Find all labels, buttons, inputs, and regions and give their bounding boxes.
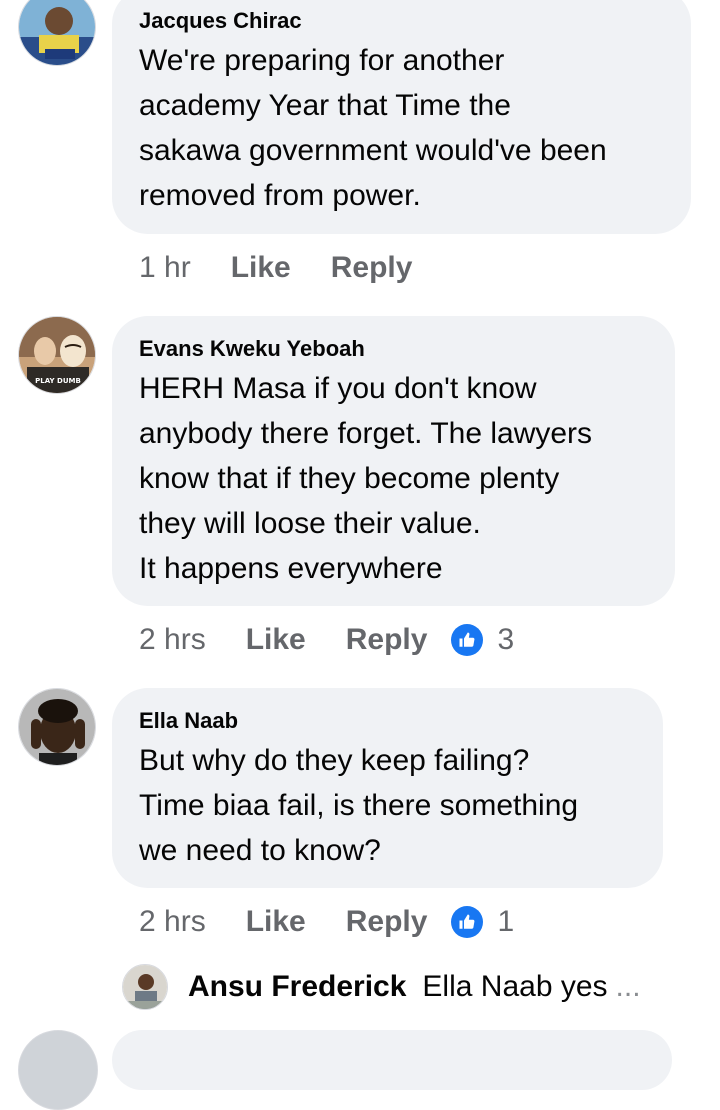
comment-line: HERH Masa if you don't know — [139, 372, 537, 405]
comment-line: academy Year that Time the — [139, 89, 511, 122]
comment-line: know that if they become plenty — [139, 462, 560, 495]
comment-bubble-next[interactable] — [112, 1030, 672, 1090]
avatar-ansu-frederick[interactable] — [122, 964, 168, 1010]
comment-line: we need to know? — [139, 834, 381, 867]
reply-text: Ella Naab yes — [422, 970, 608, 1003]
comment-text: But why do they keep failing? Time biaa … — [139, 738, 637, 873]
thumbs-up-icon — [451, 624, 484, 656]
comment-line: But why do they keep failing? — [139, 744, 530, 777]
avatar-image — [123, 965, 167, 1009]
comment-actions: 1 hr Like Reply — [139, 248, 436, 288]
comment-author[interactable]: Ella Naab — [139, 708, 637, 734]
comment-time[interactable]: 1 hr — [139, 251, 191, 285]
reply-button[interactable]: Reply — [346, 905, 428, 939]
avatar-next-comment[interactable] — [18, 1030, 98, 1110]
avatar-caption: PLAY DUMB — [35, 377, 81, 385]
avatar-image: PLAY DUMB — [19, 317, 95, 393]
avatar-image — [19, 0, 95, 65]
comment-actions: 2 hrs Like Reply 3 — [139, 620, 514, 660]
avatar-jacques-chirac[interactable] — [18, 0, 96, 66]
comment-line: they will loose their value. — [139, 507, 481, 540]
reply-button[interactable]: Reply — [346, 623, 428, 657]
comment-author[interactable]: Evans Kweku Yeboah — [139, 336, 649, 362]
comment-time[interactable]: 2 hrs — [139, 623, 206, 657]
reply-button[interactable]: Reply — [331, 251, 413, 285]
thumbs-up-glyph — [459, 632, 475, 647]
comment-line: We're preparing for another — [139, 44, 505, 77]
avatar-ella-naab[interactable] — [18, 688, 96, 766]
comment-bubble[interactable]: Ella Naab But why do they keep failing? … — [112, 688, 663, 888]
like-button[interactable]: Like — [246, 623, 306, 657]
reply-preview[interactable]: Ansu Frederick Ella Naab yes ... — [122, 962, 641, 1012]
comment-line: It happens everywhere — [139, 552, 443, 585]
reaction-summary[interactable]: 1 — [451, 905, 514, 939]
thumbs-up-glyph — [459, 914, 475, 929]
reaction-count: 1 — [497, 905, 515, 938]
comment-author[interactable]: Jacques Chirac — [139, 8, 665, 34]
comment-time[interactable]: 2 hrs — [139, 905, 206, 939]
comment-bubble[interactable]: Evans Kweku Yeboah HERH Masa if you don'… — [112, 316, 675, 606]
thumbs-up-icon — [451, 906, 484, 938]
comment-actions: 2 hrs Like Reply 1 — [139, 902, 514, 942]
comment-line: removed from power. — [139, 179, 421, 212]
comment-text: HERH Masa if you don't know anybody ther… — [139, 366, 649, 591]
reply-author[interactable]: Ansu Frederick — [188, 970, 406, 1004]
avatar-image — [19, 689, 95, 765]
reply-ellipsis: ... — [615, 970, 641, 1003]
like-button[interactable]: Like — [231, 251, 291, 285]
comment-line: Time biaa fail, is there something — [139, 789, 579, 822]
reaction-count: 3 — [497, 623, 515, 656]
comment-bubble[interactable]: Jacques Chirac We're preparing for anoth… — [112, 0, 691, 234]
avatar-evans-kweku-yeboah[interactable]: PLAY DUMB — [18, 316, 96, 394]
like-button[interactable]: Like — [246, 905, 306, 939]
comment-line: sakawa government would've been — [139, 134, 607, 167]
comment-line: anybody there forget. The lawyers — [139, 417, 593, 450]
reaction-summary[interactable]: 3 — [451, 623, 514, 657]
comment-text: We're preparing for another academy Year… — [139, 38, 665, 218]
